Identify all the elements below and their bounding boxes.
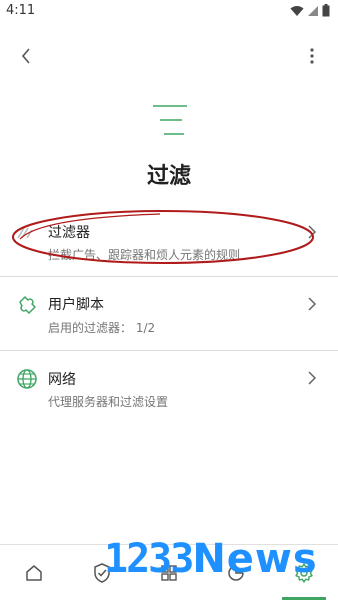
more-vert-icon [310,48,314,64]
divider [0,350,338,351]
chevron-right-icon [304,296,320,312]
userscripts-item[interactable]: 用户脚本 启用的过滤器： 1/2 [0,280,338,350]
page-title: 过滤 [146,164,191,189]
nav-home[interactable] [22,561,46,585]
status-bar: 4:11 [0,0,338,24]
back-button[interactable] [14,44,38,68]
watermark-word: News [192,536,318,582]
wifi-icon [290,5,304,16]
chevron-left-icon [21,48,30,64]
battery-icon [322,4,330,17]
network-item[interactable]: 网络 代理服务器和过滤设置 [0,356,338,426]
chevron-right-icon [304,370,320,386]
status-time: 4:11 [6,3,36,18]
more-options-button[interactable] [300,44,324,68]
home-icon [26,565,42,581]
network-subtitle: 代理服务器和过滤设置 [48,395,169,409]
cell-signal-icon [308,5,318,16]
watermark: 1233 News [104,536,318,584]
app-bar [0,36,338,76]
network-title: 网络 [48,372,76,388]
status-icons [290,4,330,17]
filter-lines-icon [153,105,187,135]
globe-icon [16,368,38,390]
annotation-ellipse [12,210,314,264]
watermark-digits: 1233 [104,536,194,582]
puzzle-icon [16,294,38,316]
userscripts-subtitle: 启用的过滤器： 1/2 [48,321,156,335]
userscripts-title: 用户脚本 [48,297,104,313]
divider [0,276,338,277]
